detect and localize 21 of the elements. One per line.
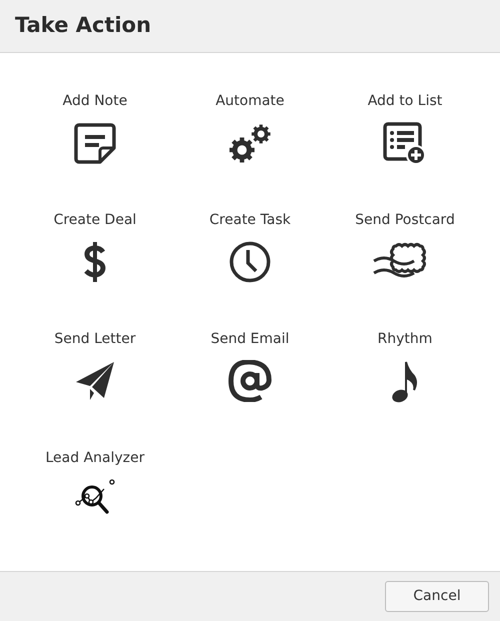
gears-icon	[228, 122, 272, 164]
action-tile[interactable]: Send Email	[180, 329, 320, 429]
note-icon	[74, 122, 116, 164]
dialog-title: Take Action	[15, 13, 152, 39]
action-tile[interactable]: Automate	[180, 91, 320, 191]
cancel-button[interactable]: Cancel	[385, 581, 489, 612]
at-sign-icon	[228, 360, 272, 402]
action-tile[interactable]: Send Letter	[25, 329, 165, 429]
action-tile[interactable]: Create Task	[180, 210, 320, 310]
paper-plane-icon	[74, 360, 116, 402]
music-note-icon	[391, 360, 419, 404]
action-tile[interactable]: Lead Analyzer	[25, 448, 165, 548]
action-tile[interactable]: Send Postcard	[335, 210, 475, 310]
action-tile[interactable]: Add to List	[335, 91, 475, 191]
list-add-icon	[383, 122, 427, 164]
action-tile[interactable]: Rhythm	[335, 329, 475, 429]
magnifier-chart-icon	[75, 479, 115, 517]
action-tile[interactable]: Create Deal	[25, 210, 165, 310]
action-tile[interactable]: Add Note	[25, 91, 165, 191]
clock-icon	[229, 241, 271, 283]
dollar-icon	[83, 241, 107, 283]
